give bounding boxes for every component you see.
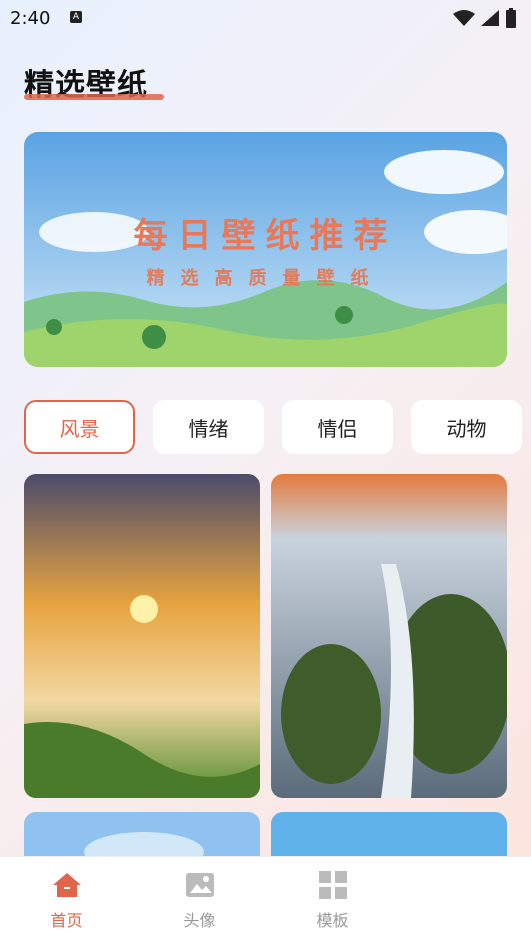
grid-icon [318, 871, 347, 899]
nav-home-label: 首页 [50, 911, 83, 930]
status-bar: 2:40 A [0, 0, 531, 36]
status-icons [453, 8, 517, 28]
bottom-navigation: 首页 头像 模板 [0, 856, 531, 945]
image-icon [185, 873, 214, 897]
status-time: 2:40 [10, 8, 51, 29]
signal-icon [481, 10, 499, 26]
wifi-icon [453, 10, 475, 26]
nav-avatar[interactable]: 头像 [133, 857, 266, 945]
nav-home[interactable]: 首页 [0, 857, 133, 945]
chip-mood[interactable]: 情绪 [153, 400, 264, 454]
chip-couple[interactable]: 情侣 [282, 400, 393, 454]
title-underline [24, 94, 164, 100]
home-icon [52, 873, 81, 897]
banner-title: 每日壁纸推荐 [133, 216, 398, 256]
banner-subtitle: 精选高质量壁纸 [146, 268, 385, 289]
wallpaper-card[interactable] [24, 474, 260, 798]
nav-avatar-label: 头像 [183, 911, 216, 930]
chip-landscape[interactable]: 风景 [24, 400, 135, 454]
nav-template-label: 模板 [316, 911, 349, 930]
wallpaper-image [271, 474, 507, 798]
battery-icon [506, 8, 516, 28]
wallpaper-card[interactable] [271, 474, 507, 798]
notification-icon: A [70, 11, 82, 23]
category-chips: 风景 情绪 情侣 动物 [24, 400, 522, 454]
wallpaper-image [24, 474, 260, 798]
app-screen: 2:40 A 精选壁纸 每日壁纸推荐 精选高质量壁纸 风景 情绪 情侣 动物 首… [0, 0, 531, 945]
nav-template[interactable]: 模板 [266, 857, 399, 945]
chip-animal[interactable]: 动物 [411, 400, 522, 454]
